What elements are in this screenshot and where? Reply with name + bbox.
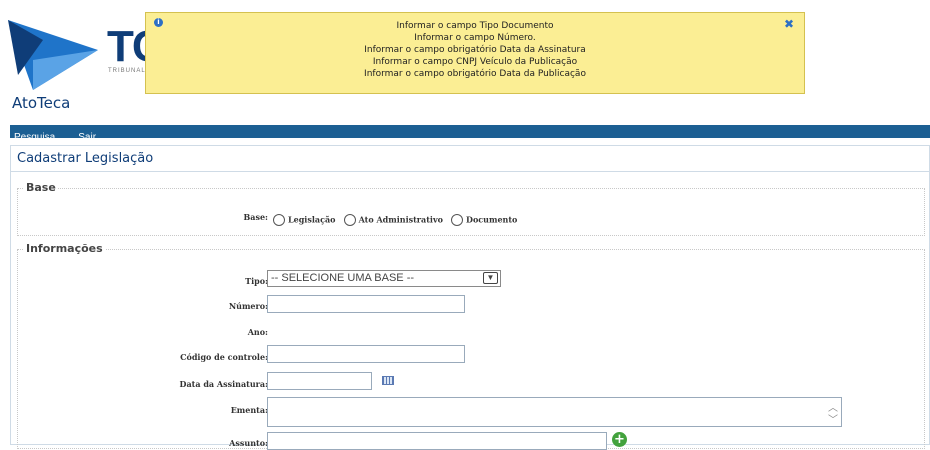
menu-item-sair[interactable]: Sair — [78, 131, 96, 144]
base-legend: Base — [24, 181, 58, 194]
informacoes-legend: Informações — [24, 242, 105, 255]
title-divider — [11, 171, 929, 172]
chevron-down-icon: ▼ — [483, 272, 498, 284]
menu-item-pesquisa[interactable]: Pesquisa — [14, 131, 55, 144]
ementa-textarea[interactable]: ︿ ﹀ — [267, 397, 842, 427]
base-label: Base: — [243, 212, 269, 222]
numero-field[interactable] — [267, 295, 465, 313]
tipo-select[interactable]: -- SELECIONE UMA BASE -- ▼ — [267, 270, 501, 287]
base-fieldset: Base Base: Legislação Ato Administrativo… — [17, 181, 925, 236]
radio-documento[interactable] — [451, 213, 464, 226]
codigo-controle-field[interactable] — [267, 345, 465, 363]
message-item: Informar o campo Número. — [414, 33, 536, 43]
tipo-label: Tipo: — [245, 276, 268, 286]
menu-bar: Pesquisa Sair — [10, 125, 930, 143]
message-item: Informar o campo obrigatório Data da Ass… — [364, 45, 586, 55]
validation-message-box: i ✖ Informar o campo Tipo Documento Info… — [145, 12, 805, 94]
radio-label-ato-administrativo: Ato Administrativo — [358, 214, 443, 225]
assunto-field[interactable] — [267, 432, 607, 450]
tipo-select-value: -- SELECIONE UMA BASE -- — [271, 272, 415, 284]
informacoes-fieldset: Informações Tipo: -- SELECIONE UMA BASE … — [17, 242, 925, 450]
message-item: Informar o campo Tipo Documento — [396, 21, 554, 31]
ementa-label: Ementa: — [230, 405, 268, 415]
radio-ato-administrativo[interactable] — [343, 213, 356, 226]
radio-label-documento: Documento — [466, 214, 518, 225]
data-assinatura-label: Data da Assinatura: — [179, 379, 268, 389]
scroll-down-icon[interactable]: ﹀ — [828, 411, 838, 426]
main-panel: Cadastrar Legislação Base Base: Legislaç… — [10, 145, 930, 450]
app-name: AtoTeca — [12, 94, 71, 112]
codigo-controle-label: Código de controle: — [180, 352, 268, 362]
close-icon[interactable]: ✖ — [784, 17, 794, 31]
assunto-label: Assunto: — [229, 438, 268, 448]
page-title: Cadastrar Legislação — [17, 151, 154, 166]
base-radio-group: Legislação Ato Administrativo Documento — [270, 209, 517, 228]
message-item: Informar o campo CNPJ Veículo da Publica… — [372, 57, 578, 67]
ano-label: Ano: — [247, 327, 268, 337]
radio-label-legislacao: Legislação — [288, 214, 336, 225]
numero-label: Número: — [228, 301, 268, 311]
radio-legislacao[interactable] — [273, 213, 285, 226]
info-icon: i — [154, 18, 163, 27]
logo-subtitle: TRIBUNAL — [108, 68, 146, 74]
message-item: Informar o campo obrigatório Data da Pub… — [364, 69, 586, 79]
calendar-icon[interactable] — [382, 376, 394, 385]
data-assinatura-field[interactable] — [267, 372, 372, 390]
tribunal-logo-icon — [8, 20, 98, 90]
add-icon[interactable]: + — [612, 432, 627, 447]
message-list: Informar o campo Tipo Documento Informar… — [146, 13, 804, 80]
